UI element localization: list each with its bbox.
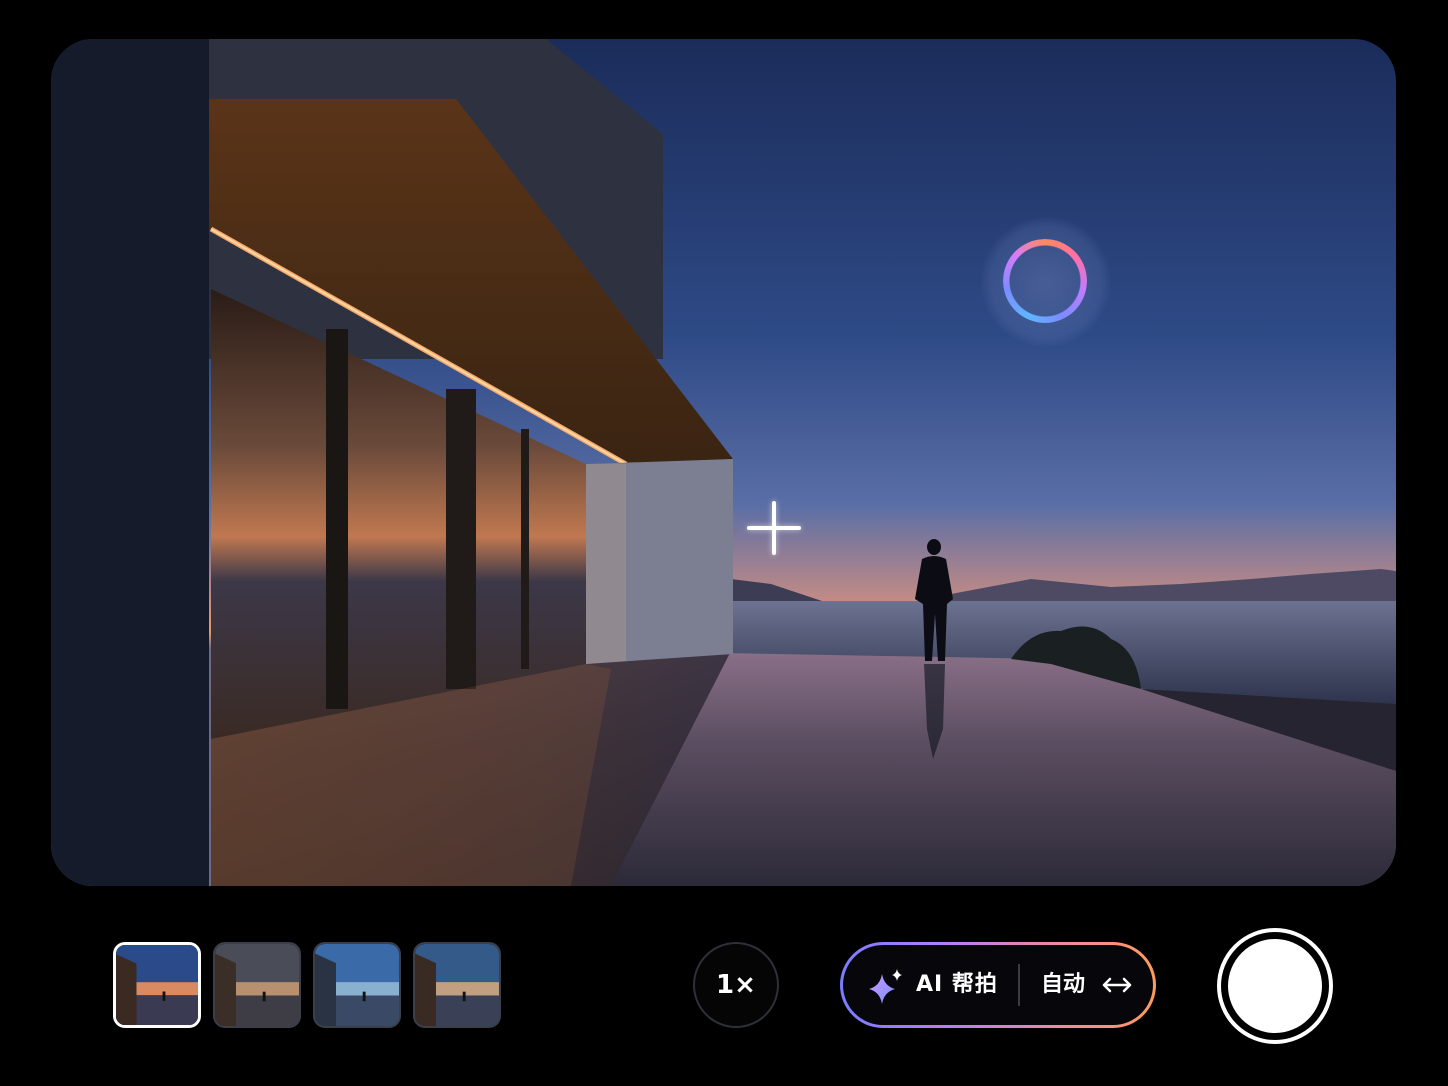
crosshair-icon xyxy=(747,501,801,555)
preset-thumbnail-4[interactable] xyxy=(413,942,501,1028)
sparkle-icon xyxy=(869,969,902,1004)
scene-photo xyxy=(51,39,1396,886)
shutter-button[interactable] xyxy=(1217,928,1333,1044)
swap-arrows-icon[interactable] xyxy=(1101,973,1133,997)
ai-mode-label[interactable]: 自动 xyxy=(1041,945,1085,1025)
preset-thumbnail-1[interactable] xyxy=(113,942,201,1028)
preset-thumbnail-2[interactable] xyxy=(213,942,301,1028)
shutter-inner[interactable] xyxy=(1228,939,1322,1033)
pill-divider xyxy=(1018,964,1020,1006)
zoom-button[interactable]: 1× xyxy=(693,942,779,1028)
ai-assist-toggle[interactable]: AI 帮拍 自动 xyxy=(840,942,1156,1028)
ai-ring-icon[interactable] xyxy=(1003,239,1087,323)
ai-assist-label: AI 帮拍 xyxy=(916,972,998,997)
preset-thumbnail-3[interactable] xyxy=(313,942,401,1028)
camera-viewfinder[interactable] xyxy=(51,39,1396,886)
